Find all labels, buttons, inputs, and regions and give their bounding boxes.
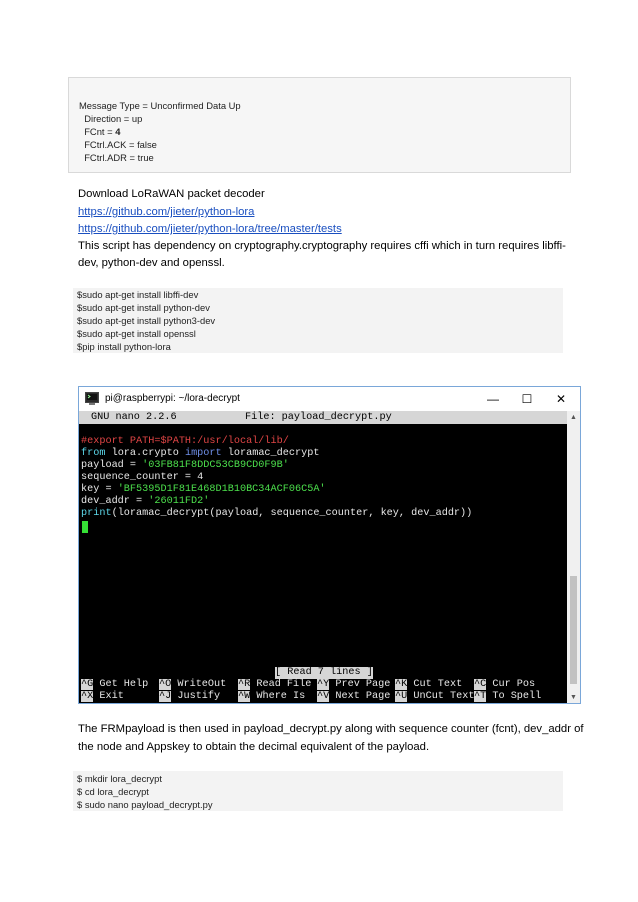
- dependency-text-line1: This script has dependency on cryptograp…: [78, 240, 566, 252]
- fcnt-value: 4: [115, 126, 121, 137]
- install-command: $sudo apt-get install libffi-dev: [77, 289, 199, 300]
- shortcut-where-is[interactable]: ^W Where Is: [238, 691, 305, 703]
- fcnt-label: FCnt =: [79, 126, 116, 137]
- scroll-up-arrow-icon[interactable]: ▲: [567, 411, 580, 423]
- payload-string: '03FB81F8DDC53CB9CD0F9B': [142, 460, 289, 471]
- fctrl-adr-line: FCtrl.ADR = true: [79, 152, 154, 163]
- scroll-down-arrow-icon[interactable]: ▼: [567, 691, 580, 703]
- message-type-line: Message Type = Unconfirmed Data Up: [79, 100, 241, 111]
- shortcut-cut-text[interactable]: ^K Cut Text: [395, 679, 462, 691]
- shortcut-get-help[interactable]: ^G Get Help: [81, 679, 148, 691]
- nano-version: GNU nano 2.2.6: [91, 412, 177, 423]
- code-line-5: key = 'BF5395D1F81E468D1B10BC34ACF06C5A': [81, 484, 326, 496]
- module-name: lora.crypto: [105, 448, 185, 459]
- scrollbar-thumb[interactable]: [570, 576, 577, 684]
- code-line-1: #export PATH=$PATH:/usr/local/lib/: [81, 436, 289, 447]
- kw-import: import: [184, 448, 222, 459]
- install-command: $sudo apt-get install openssl: [77, 328, 196, 339]
- terminal-titlebar: pi@raspberrypi: ~/lora-decrypt — ☐ ✕: [79, 387, 580, 411]
- shortcut-writeout[interactable]: ^O WriteOut: [159, 679, 226, 691]
- shortcut-justify[interactable]: ^J Justify: [159, 691, 220, 703]
- status-message: [ Read 7 lines ]: [275, 667, 373, 679]
- python-lora-link[interactable]: https://github.com/jieter/python-lora: [78, 205, 254, 221]
- dev-addr-string: '26011FD2': [148, 496, 210, 507]
- dependency-text-line2: dev, python-dev and openssl.: [78, 257, 225, 269]
- kw-from: from: [81, 448, 106, 459]
- install-command: $sudo apt-get install python3-dev: [77, 315, 216, 326]
- nano-header: GNU nano 2.2.6 File: payload_decrypt.py: [79, 411, 567, 424]
- setup-command: $ cd lora_decrypt: [77, 786, 149, 797]
- text-cursor: [82, 521, 88, 533]
- direction-line: Direction = up: [79, 113, 143, 124]
- explanation-line1: The FRMpayload is then used in payload_d…: [78, 723, 584, 735]
- shortcut-uncut-text[interactable]: ^U UnCut Text: [395, 691, 474, 703]
- minimize-button[interactable]: —: [476, 387, 510, 411]
- shortcut-exit[interactable]: ^X Exit: [81, 691, 124, 703]
- code-line-4: sequence_counter = 4: [81, 472, 204, 483]
- window-title: pi@raspberrypi: ~/lora-decrypt: [105, 393, 240, 404]
- kw-print: print: [81, 508, 112, 519]
- code-line-2: from lora.crypto import loramac_decrypt: [81, 448, 319, 460]
- nano-file-label: File: payload_decrypt.py: [245, 412, 392, 423]
- fctrl-ack-line: FCtrl.ACK = false: [79, 139, 157, 150]
- close-button[interactable]: ✕: [544, 387, 578, 411]
- shortcut-prev-page[interactable]: ^Y Prev Page: [317, 679, 390, 691]
- shortcut-to-spell[interactable]: ^T To Spell: [474, 691, 541, 703]
- download-heading: Download LoRaWAN packet decoder: [78, 188, 265, 200]
- fcnt-line: FCnt = 4: [79, 126, 120, 138]
- key-string: 'BF5395D1F81E468D1B10BC34ACF06C5A': [117, 484, 326, 495]
- explanation-line2: the node and Appskey to obtain the decim…: [78, 741, 430, 753]
- dev-addr-var: dev_addr =: [81, 496, 149, 507]
- setup-command: $ mkdir lora_decrypt: [77, 773, 162, 784]
- setup-command: $ sudo nano payload_decrypt.py: [77, 799, 213, 810]
- shortcut-cur-pos[interactable]: ^C Cur Pos: [474, 679, 535, 691]
- python-lora-tests-link[interactable]: https://github.com/jieter/python-lora/tr…: [78, 222, 342, 238]
- shortcut-read-file[interactable]: ^R Read File: [238, 679, 311, 691]
- print-args: (loramac_decrypt(payload, sequence_count…: [111, 508, 473, 519]
- import-name: loramac_decrypt: [221, 448, 320, 459]
- terminal-window: pi@raspberrypi: ~/lora-decrypt — ☐ ✕ GNU…: [78, 386, 581, 704]
- code-line-3: payload = '03FB81F8DDC53CB9CD0F9B': [81, 460, 289, 472]
- code-line-6: dev_addr = '26011FD2': [81, 496, 209, 508]
- install-commands-box: $sudo apt-get install libffi-dev $sudo a…: [73, 288, 563, 353]
- terminal-screen[interactable]: GNU nano 2.2.6 File: payload_decrypt.py …: [79, 411, 567, 703]
- maximize-button[interactable]: ☐: [510, 387, 544, 411]
- install-command: $sudo apt-get install python-dev: [77, 302, 210, 313]
- install-command: $pip install python-lora: [77, 341, 171, 352]
- setup-commands-box: $ mkdir lora_decrypt $ cd lora_decrypt $…: [73, 771, 563, 811]
- terminal-scrollbar[interactable]: ▲ ▼: [567, 411, 580, 703]
- payload-var: payload =: [81, 460, 143, 471]
- message-code-box: Message Type = Unconfirmed Data Up Direc…: [68, 77, 571, 173]
- code-line-7: print(loramac_decrypt(payload, sequence_…: [81, 508, 472, 520]
- key-var: key =: [81, 484, 118, 495]
- shortcut-next-page[interactable]: ^V Next Page: [317, 691, 390, 703]
- terminal-icon: [85, 392, 99, 405]
